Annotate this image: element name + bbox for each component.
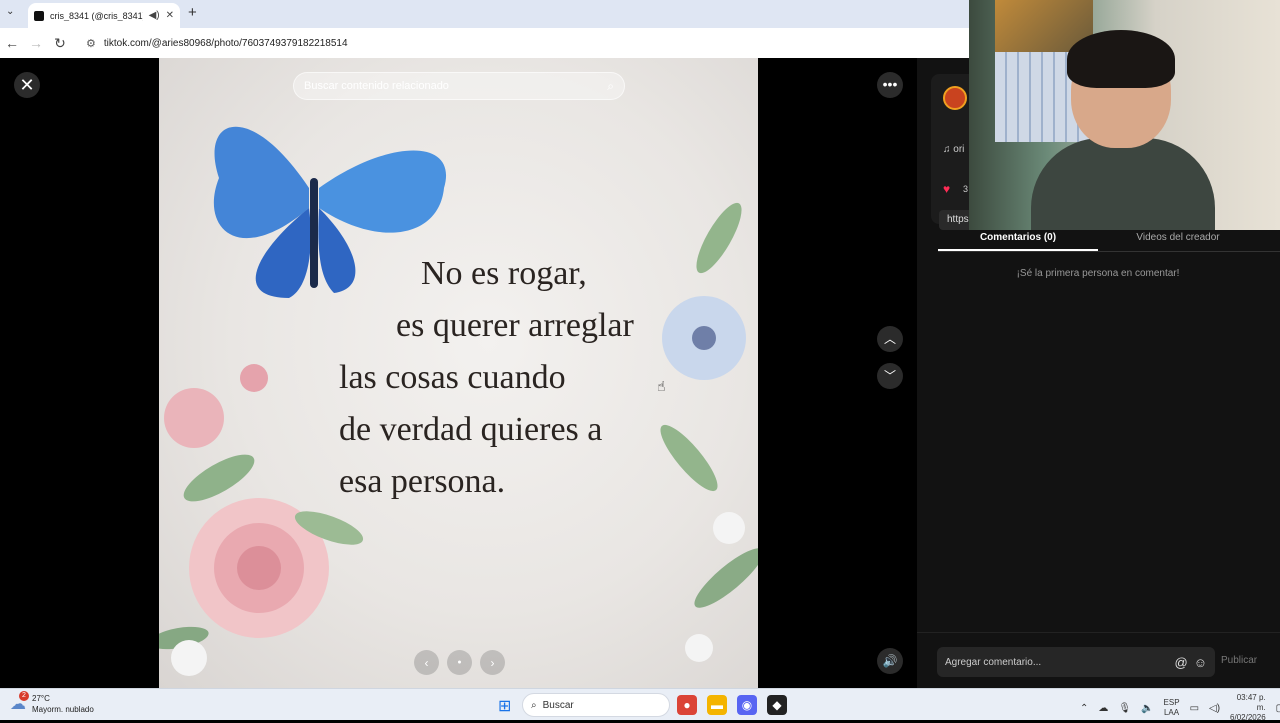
forward-icon[interactable]: → [24,35,48,51]
file-explorer-icon[interactable]: ▬ [707,695,727,715]
system-tray: ⌃ ☁ 🎙 🔈 ESP LAA ▭ ◁) 03:47 p. m. 6/02/20… [1080,693,1280,723]
photo-carousel-controls: ‹ ● › [414,650,505,675]
panel-tabs: Comentarios (0) Videos del creador [938,228,1280,252]
chevron-up-icon[interactable]: ⌃ [1080,703,1088,714]
weather-widget[interactable]: ☁ 2 27°C Mayorm. nublado [10,691,94,715]
keyboard-layout: LAA [1163,708,1180,717]
heart-icon[interactable]: ♥ [943,182,950,196]
webcam-person-shirt [1031,138,1215,230]
related-search-bar[interactable]: ⌕ [293,72,625,100]
url-text: tiktok.com/@aries80968/photo/76037493791… [103,37,348,49]
volume-icon[interactable]: ◁) [1209,703,1220,714]
speaker-icon[interactable]: 🔈 [1141,703,1153,714]
tab-comments[interactable]: Comentarios (0) [938,228,1098,251]
volume-button[interactable]: 🔊 [877,648,903,674]
new-tab-button[interactable]: + [188,4,197,21]
webcam-overlay [969,0,1280,230]
music-label[interactable]: ♫ ori [943,144,964,155]
quote-line-1: No es rogar, [421,255,587,292]
app-icon[interactable]: ◆ [767,695,787,715]
notifications-icon[interactable]: ▢ [1276,703,1280,714]
like-count: 3 [963,184,969,194]
clock[interactable]: 03:47 p. m. 6/02/2026 [1230,693,1266,723]
comment-input[interactable] [945,656,1169,668]
cloud-icon: ☁ 2 [10,691,29,714]
tab-title: cris_8341 (@cris_8341) | Tik [50,10,143,21]
previous-post-button[interactable]: ︿ [877,326,903,352]
search-icon[interactable]: ⌕ [607,79,614,94]
taskbar-apps: ● ▬ ◉ ◆ [677,695,787,715]
temperature: 27°C [32,694,50,703]
tab-list-chevron-icon[interactable]: ⌄ [6,6,14,17]
comment-input-wrapper[interactable]: @ ☺ [937,647,1215,677]
webcam-person-hair [1067,30,1175,88]
author-avatar[interactable] [943,86,967,110]
weather-description: Mayorm. nublado [32,705,94,714]
photo-post[interactable]: ⌕ No es rogar, es querer arreglar las co… [159,58,758,688]
comment-composer: @ ☺ Publicar [917,632,1280,688]
windows-start-icon[interactable]: ⊞ [498,696,511,716]
carousel-dot-indicator[interactable]: ● [447,650,472,675]
quote-line-2: es querer arreglar [396,307,634,344]
site-info-icon[interactable]: ⚙ [86,37,96,50]
carousel-next-button[interactable]: › [480,650,505,675]
onedrive-icon[interactable]: ☁ [1098,703,1108,714]
quote-line-5: esa persona. [339,463,506,500]
chrome-icon[interactable]: ● [677,695,697,715]
mention-icon[interactable]: @ [1175,655,1188,670]
webcam-person [1031,28,1215,230]
close-viewer-button[interactable]: ✕ [14,72,40,98]
more-options-button[interactable]: ••• [877,72,903,98]
search-icon: ⌕ [531,699,537,711]
tab-close-icon[interactable]: ✕ [166,10,174,21]
next-post-button[interactable]: ﹀ [877,363,903,389]
browser-tab[interactable]: cris_8341 (@cris_8341) | Tik ◀) ✕ [28,3,180,28]
language-indicator[interactable]: ESP LAA [1164,698,1180,718]
taskbar-search-label: Buscar [542,699,574,711]
quote-text: No es rogar, es querer arreglar las cosa… [339,248,634,508]
tab-creator-videos[interactable]: Videos del creador [1098,228,1258,251]
reload-icon[interactable]: ↻ [48,35,72,52]
network-icon[interactable]: ▭ [1190,703,1199,714]
microphone-icon[interactable]: 🎙 [1118,703,1131,714]
publish-button[interactable]: Publicar [1221,655,1257,666]
tiktok-favicon-icon [34,10,44,21]
tab-audio-icon[interactable]: ◀) [149,10,160,21]
discord-icon[interactable]: ◉ [737,695,757,715]
clock-date: 6/02/2026 [1230,713,1266,722]
mouse-cursor-icon: ☝ [657,378,666,394]
back-icon[interactable]: ← [0,35,24,51]
related-search-input[interactable] [304,80,608,92]
empty-comments-message: ¡Sé la primera persona en comentar! [1016,268,1180,279]
language-code: ESP [1163,698,1180,707]
url-field[interactable]: ⚙ tiktok.com/@aries80968/photo/760374937… [80,32,940,54]
emoji-icon[interactable]: ☺ [1194,655,1207,670]
quote-line-3: las cosas cuando [339,359,566,396]
taskbar-search[interactable]: ⌕ Buscar [522,693,670,717]
clock-time: 03:47 p. m. [1236,693,1266,712]
carousel-prev-button[interactable]: ‹ [414,650,439,675]
windows-taskbar: ☁ 2 27°C Mayorm. nublado ⊞ ⌕ Buscar ● ▬ ◉… [0,688,1280,723]
notification-badge: 2 [19,691,29,701]
quote-line-4: de verdad quieres a [339,411,603,448]
